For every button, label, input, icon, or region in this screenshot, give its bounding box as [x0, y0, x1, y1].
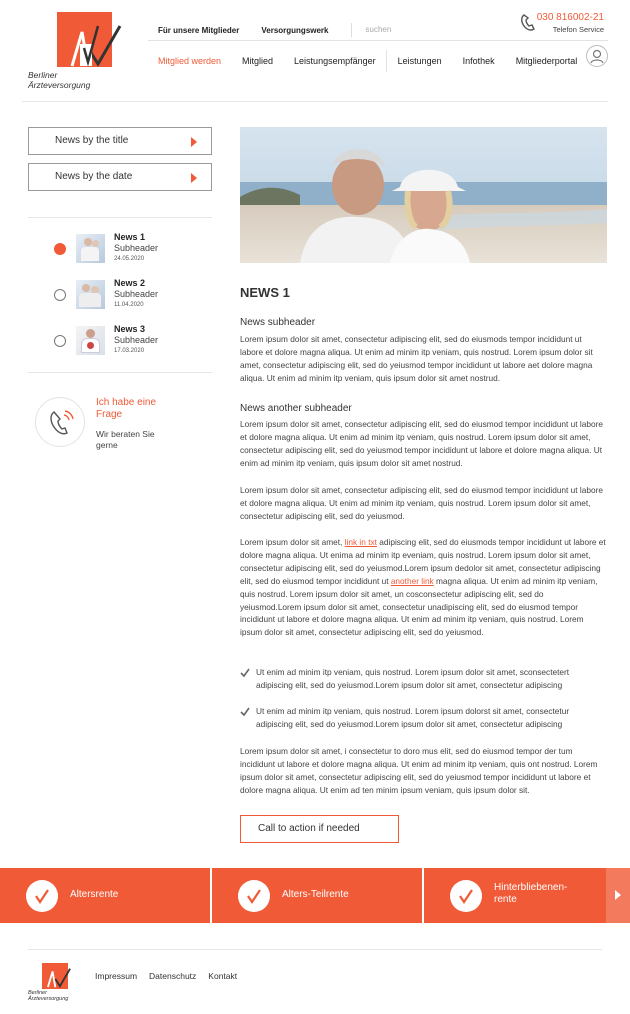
call-title[interactable]: Ich habe eine Frage	[96, 397, 176, 421]
arrow-right-icon	[191, 173, 197, 183]
news-thumbnail	[76, 234, 105, 263]
news-list-item[interactable]: News 2 Subheader 11.04.2020	[54, 278, 204, 312]
phone-number[interactable]: 030 816002-21	[537, 12, 604, 23]
footer-link-datenschutz[interactable]: Datenschutz	[149, 971, 196, 981]
call-to-action-button[interactable]: Call to action if needed	[240, 815, 399, 843]
check-list-item: Ut enim ad minim itp veniam, quis nostru…	[240, 666, 606, 692]
arrow-right-icon	[191, 137, 197, 147]
checkmark-icon	[240, 668, 250, 678]
top-nav: Für unsere Mitglieder Versorgungswerk su…	[158, 23, 391, 37]
phone-icon	[521, 14, 535, 31]
article-subheader: News another subheader	[240, 403, 352, 414]
top-link-versorgungswerk[interactable]: Versorgungswerk	[261, 26, 328, 35]
news-date: 17.03.2020	[114, 348, 145, 354]
news-date: 24.05.2020	[114, 256, 145, 262]
news-list-item[interactable]: News 1 Subheader 24.05.2020	[54, 232, 204, 266]
article-subheader: News subheader	[240, 317, 316, 328]
band-tile-hinterbliebenenrente[interactable]: Hinterbliebenen-rente	[424, 868, 606, 923]
checkmark-icon	[240, 707, 250, 717]
band-tile-alters-teilrente[interactable]: Alters-Teilrente	[212, 868, 422, 923]
main-nav: Mitglied werden Mitglied Leistungsempfän…	[158, 50, 598, 72]
phone-service[interactable]: 030 816002-21 Telefon Service	[537, 12, 604, 34]
phone-label: Telefon Service	[552, 25, 604, 34]
hero-image	[240, 127, 607, 263]
news-by-date-label: News by the date	[55, 171, 133, 182]
check-circle-icon	[26, 880, 58, 912]
article-paragraph: Lorem ipsum dolor sit amet, consectetur …	[240, 419, 603, 468]
news-by-title-label: News by the title	[55, 135, 129, 146]
nav-infothek[interactable]: Infothek	[463, 56, 495, 66]
top-link-members[interactable]: Für unsere Mitglieder	[158, 26, 239, 35]
nav-separator	[385, 50, 387, 72]
header-bottom-divider	[22, 101, 608, 102]
check-circle-icon	[238, 880, 270, 912]
article-title: NEWS 1	[240, 285, 290, 300]
radio-unselected[interactable]	[54, 335, 66, 347]
article-paragraph: Lorem ipsum dolor sit amet, i consectetu…	[240, 746, 598, 795]
check-circle-icon	[450, 880, 482, 912]
footer-link-kontakt[interactable]: Kontakt	[208, 971, 237, 981]
news-subheader: Subheader	[114, 243, 159, 253]
user-account-icon[interactable]	[586, 45, 608, 67]
footer-logo-text: Berliner Ärzteversorgung	[28, 990, 69, 1002]
logo-av-mark	[70, 25, 122, 67]
nav-leistungen[interactable]: Leistungen	[398, 56, 442, 66]
news-by-title-button[interactable]: News by the title	[28, 127, 212, 155]
nav-leistungsempfaenger[interactable]: Leistungsempfänger	[294, 56, 376, 66]
news-subheader: Subheader	[114, 335, 159, 345]
footer-divider	[28, 949, 602, 950]
band-label: Alters-Teilrente	[282, 889, 349, 900]
footer-logo[interactable]: Berliner Ärzteversorgung	[28, 963, 78, 1003]
news-title: News 3	[114, 324, 146, 334]
band-label: Hinterbliebenen-rente	[494, 882, 568, 905]
call-widget[interactable]	[35, 397, 85, 447]
arrow-right-icon	[615, 890, 621, 900]
nav-mitgliederportal[interactable]: Mitgliederportal	[516, 56, 578, 66]
call-subtitle: Wir beraten Sie gerne	[96, 429, 155, 450]
band-label: Altersrente	[70, 889, 119, 900]
band-next-button[interactable]	[606, 868, 630, 923]
logo-av-mark	[47, 968, 71, 989]
article-paragraph: Lorem ipsum dolor sit amet, consectetur …	[240, 334, 593, 383]
logo-text: Berliner Ärzteversorgung	[28, 70, 91, 90]
news-by-date-button[interactable]: News by the date	[28, 163, 212, 191]
check-list-item: Ut enim ad minim itp veniam, quis nostru…	[240, 705, 606, 731]
article-paragraph-with-links: Lorem ipsum dolor sit amet, link in txt …	[240, 537, 606, 638]
header-divider	[148, 40, 608, 41]
phone-call-icon	[50, 410, 74, 435]
text-link[interactable]: link in txt	[345, 537, 377, 547]
news-list-item[interactable]: News 3 Subheader 17.03.2020	[54, 324, 204, 358]
band-tile-altersrente[interactable]: Altersrente	[0, 868, 210, 923]
sidebar-divider	[28, 217, 212, 218]
site-logo[interactable]: Berliner Ärzteversorgung	[28, 12, 122, 92]
news-date: 11.04.2020	[114, 302, 144, 308]
nav-mitglied-werden[interactable]: Mitglied werden	[158, 56, 221, 66]
news-thumbnail	[76, 326, 105, 355]
radio-unselected[interactable]	[54, 289, 66, 301]
nav-mitglied[interactable]: Mitglied	[242, 56, 273, 66]
news-thumbnail	[76, 280, 105, 309]
news-subheader: Subheader	[114, 289, 159, 299]
footer-link-impressum[interactable]: Impressum	[95, 971, 137, 981]
search-input[interactable]: suchen	[350, 23, 391, 37]
news-title: News 1	[114, 232, 146, 242]
news-title: News 2	[114, 278, 146, 288]
radio-selected[interactable]	[54, 243, 66, 255]
sidebar-divider	[28, 372, 212, 373]
article-paragraph: Lorem ipsum dolor sit amet, consectetur …	[240, 485, 603, 521]
footer-links: Impressum Datenschutz Kontakt	[95, 971, 237, 981]
text-link[interactable]: another link	[391, 576, 434, 586]
